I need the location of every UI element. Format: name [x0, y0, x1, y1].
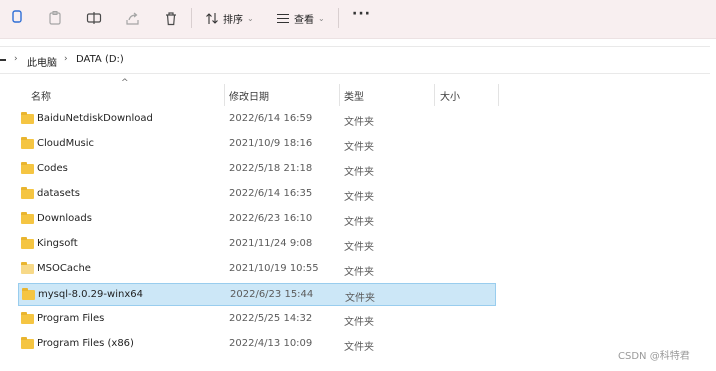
view-button[interactable]: 查看 ⌄ — [276, 9, 325, 27]
sort-button[interactable]: 排序 ⌄ — [205, 9, 254, 27]
file-row[interactable]: Program Files 2022/5/25 14:32 文件夹 — [18, 308, 496, 331]
file-row[interactable]: Kingsoft 2021/11/24 9:08 文件夹 — [18, 233, 496, 256]
share-icon[interactable] — [122, 8, 142, 28]
file-name: Codes — [37, 163, 68, 174]
breadcrumb-this-pc[interactable]: 此电脑 — [27, 54, 57, 69]
column-divider[interactable] — [224, 84, 225, 106]
rename-icon[interactable] — [84, 8, 104, 28]
file-name: BaiduNetdiskDownload — [37, 113, 153, 124]
column-header-size[interactable]: 大小 — [440, 88, 460, 103]
sort-label: 排序 — [223, 14, 243, 26]
file-name: datasets — [37, 188, 81, 199]
file-name: Kingsoft — [37, 238, 78, 249]
view-label: 查看 — [294, 14, 314, 26]
folder-icon — [21, 137, 34, 149]
copy-icon[interactable] — [7, 8, 27, 28]
file-name: MSOCache — [37, 263, 91, 274]
file-date: 2022/6/14 16:35 — [229, 188, 313, 199]
sort-ascending-icon: ^ — [121, 78, 129, 88]
file-type: 文件夹 — [344, 192, 374, 203]
column-divider[interactable] — [339, 84, 340, 106]
file-date: 2022/4/13 10:09 — [229, 338, 313, 349]
file-type: 文件夹 — [344, 242, 374, 253]
view-icon — [277, 13, 289, 23]
paste-icon[interactable] — [45, 8, 65, 28]
chevron-right-icon: › — [14, 54, 18, 64]
file-date: 2022/6/14 16:59 — [229, 113, 313, 124]
delete-icon[interactable] — [161, 8, 181, 28]
folder-icon — [21, 237, 34, 249]
watermark: CSDN @科特君 — [618, 351, 690, 362]
file-type: 文件夹 — [344, 267, 374, 278]
file-type: 文件夹 — [344, 342, 374, 353]
file-row[interactable]: BaiduNetdiskDownload 2022/6/14 16:59 文件夹 — [18, 108, 496, 131]
breadcrumb-data-drive[interactable]: DATA (D:) — [76, 54, 124, 65]
file-row[interactable]: Program Files (x86) 2022/4/13 10:09 文件夹 — [18, 333, 496, 356]
file-date: 2022/6/23 16:10 — [229, 213, 313, 224]
file-type: 文件夹 — [344, 117, 374, 128]
column-divider[interactable] — [434, 84, 435, 106]
file-name: CloudMusic — [37, 138, 95, 149]
file-date: 2022/5/25 14:32 — [229, 313, 313, 324]
file-name: Downloads — [37, 213, 92, 224]
file-row[interactable]: Downloads 2022/6/23 16:10 文件夹 — [18, 208, 496, 231]
command-bar: 排序 ⌄ 查看 ⌄ ··· — [0, 0, 716, 39]
toolbar-divider — [191, 8, 192, 28]
toolbar-divider — [338, 8, 339, 28]
file-type: 文件夹 — [344, 317, 374, 328]
file-type: 文件夹 — [344, 142, 374, 153]
file-date: 2021/10/19 10:55 — [229, 263, 319, 274]
column-header-name[interactable]: 名称 — [31, 88, 51, 103]
file-date: 2022/5/18 21:18 — [229, 163, 313, 174]
folder-icon — [21, 337, 34, 349]
column-header-modified[interactable]: 修改日期 — [229, 88, 269, 103]
file-name: Program Files — [37, 313, 105, 324]
file-date: 2022/6/23 15:44 — [230, 289, 314, 300]
file-name: mysql-8.0.29-winx64 — [38, 289, 143, 300]
chevron-right-icon: › — [64, 54, 68, 64]
file-row[interactable]: CloudMusic 2021/10/9 18:16 文件夹 — [18, 133, 496, 156]
file-row-selected[interactable]: mysql-8.0.29-winx64 2022/6/23 15:44 文件夹 — [18, 283, 496, 306]
folder-icon — [21, 212, 34, 224]
folder-icon — [21, 162, 34, 174]
folder-icon — [21, 312, 34, 324]
chevron-down-icon: ⌄ — [318, 13, 325, 23]
file-row[interactable]: datasets 2022/6/14 16:35 文件夹 — [18, 183, 496, 206]
folder-icon — [22, 288, 35, 300]
file-date: 2021/11/24 9:08 — [229, 238, 313, 249]
folder-icon — [21, 262, 34, 274]
file-type: 文件夹 — [344, 167, 374, 178]
folder-icon — [21, 187, 34, 199]
file-row[interactable]: Codes 2022/5/18 21:18 文件夹 — [18, 158, 496, 181]
file-type: 文件夹 — [344, 217, 374, 228]
more-options-button[interactable]: ··· — [352, 6, 371, 22]
file-name: Program Files (x86) — [37, 338, 134, 349]
file-date: 2021/10/9 18:16 — [229, 138, 313, 149]
address-bar[interactable]: › 此电脑 › DATA (D:) — [0, 46, 710, 74]
pc-icon — [0, 59, 6, 61]
folder-icon — [21, 112, 34, 124]
file-type: 文件夹 — [345, 293, 375, 304]
file-row[interactable]: MSOCache 2021/10/19 10:55 文件夹 — [18, 258, 496, 281]
sort-icon — [206, 12, 218, 24]
column-divider[interactable] — [498, 84, 499, 106]
chevron-down-icon: ⌄ — [247, 13, 254, 23]
column-header-type[interactable]: 类型 — [344, 88, 364, 103]
